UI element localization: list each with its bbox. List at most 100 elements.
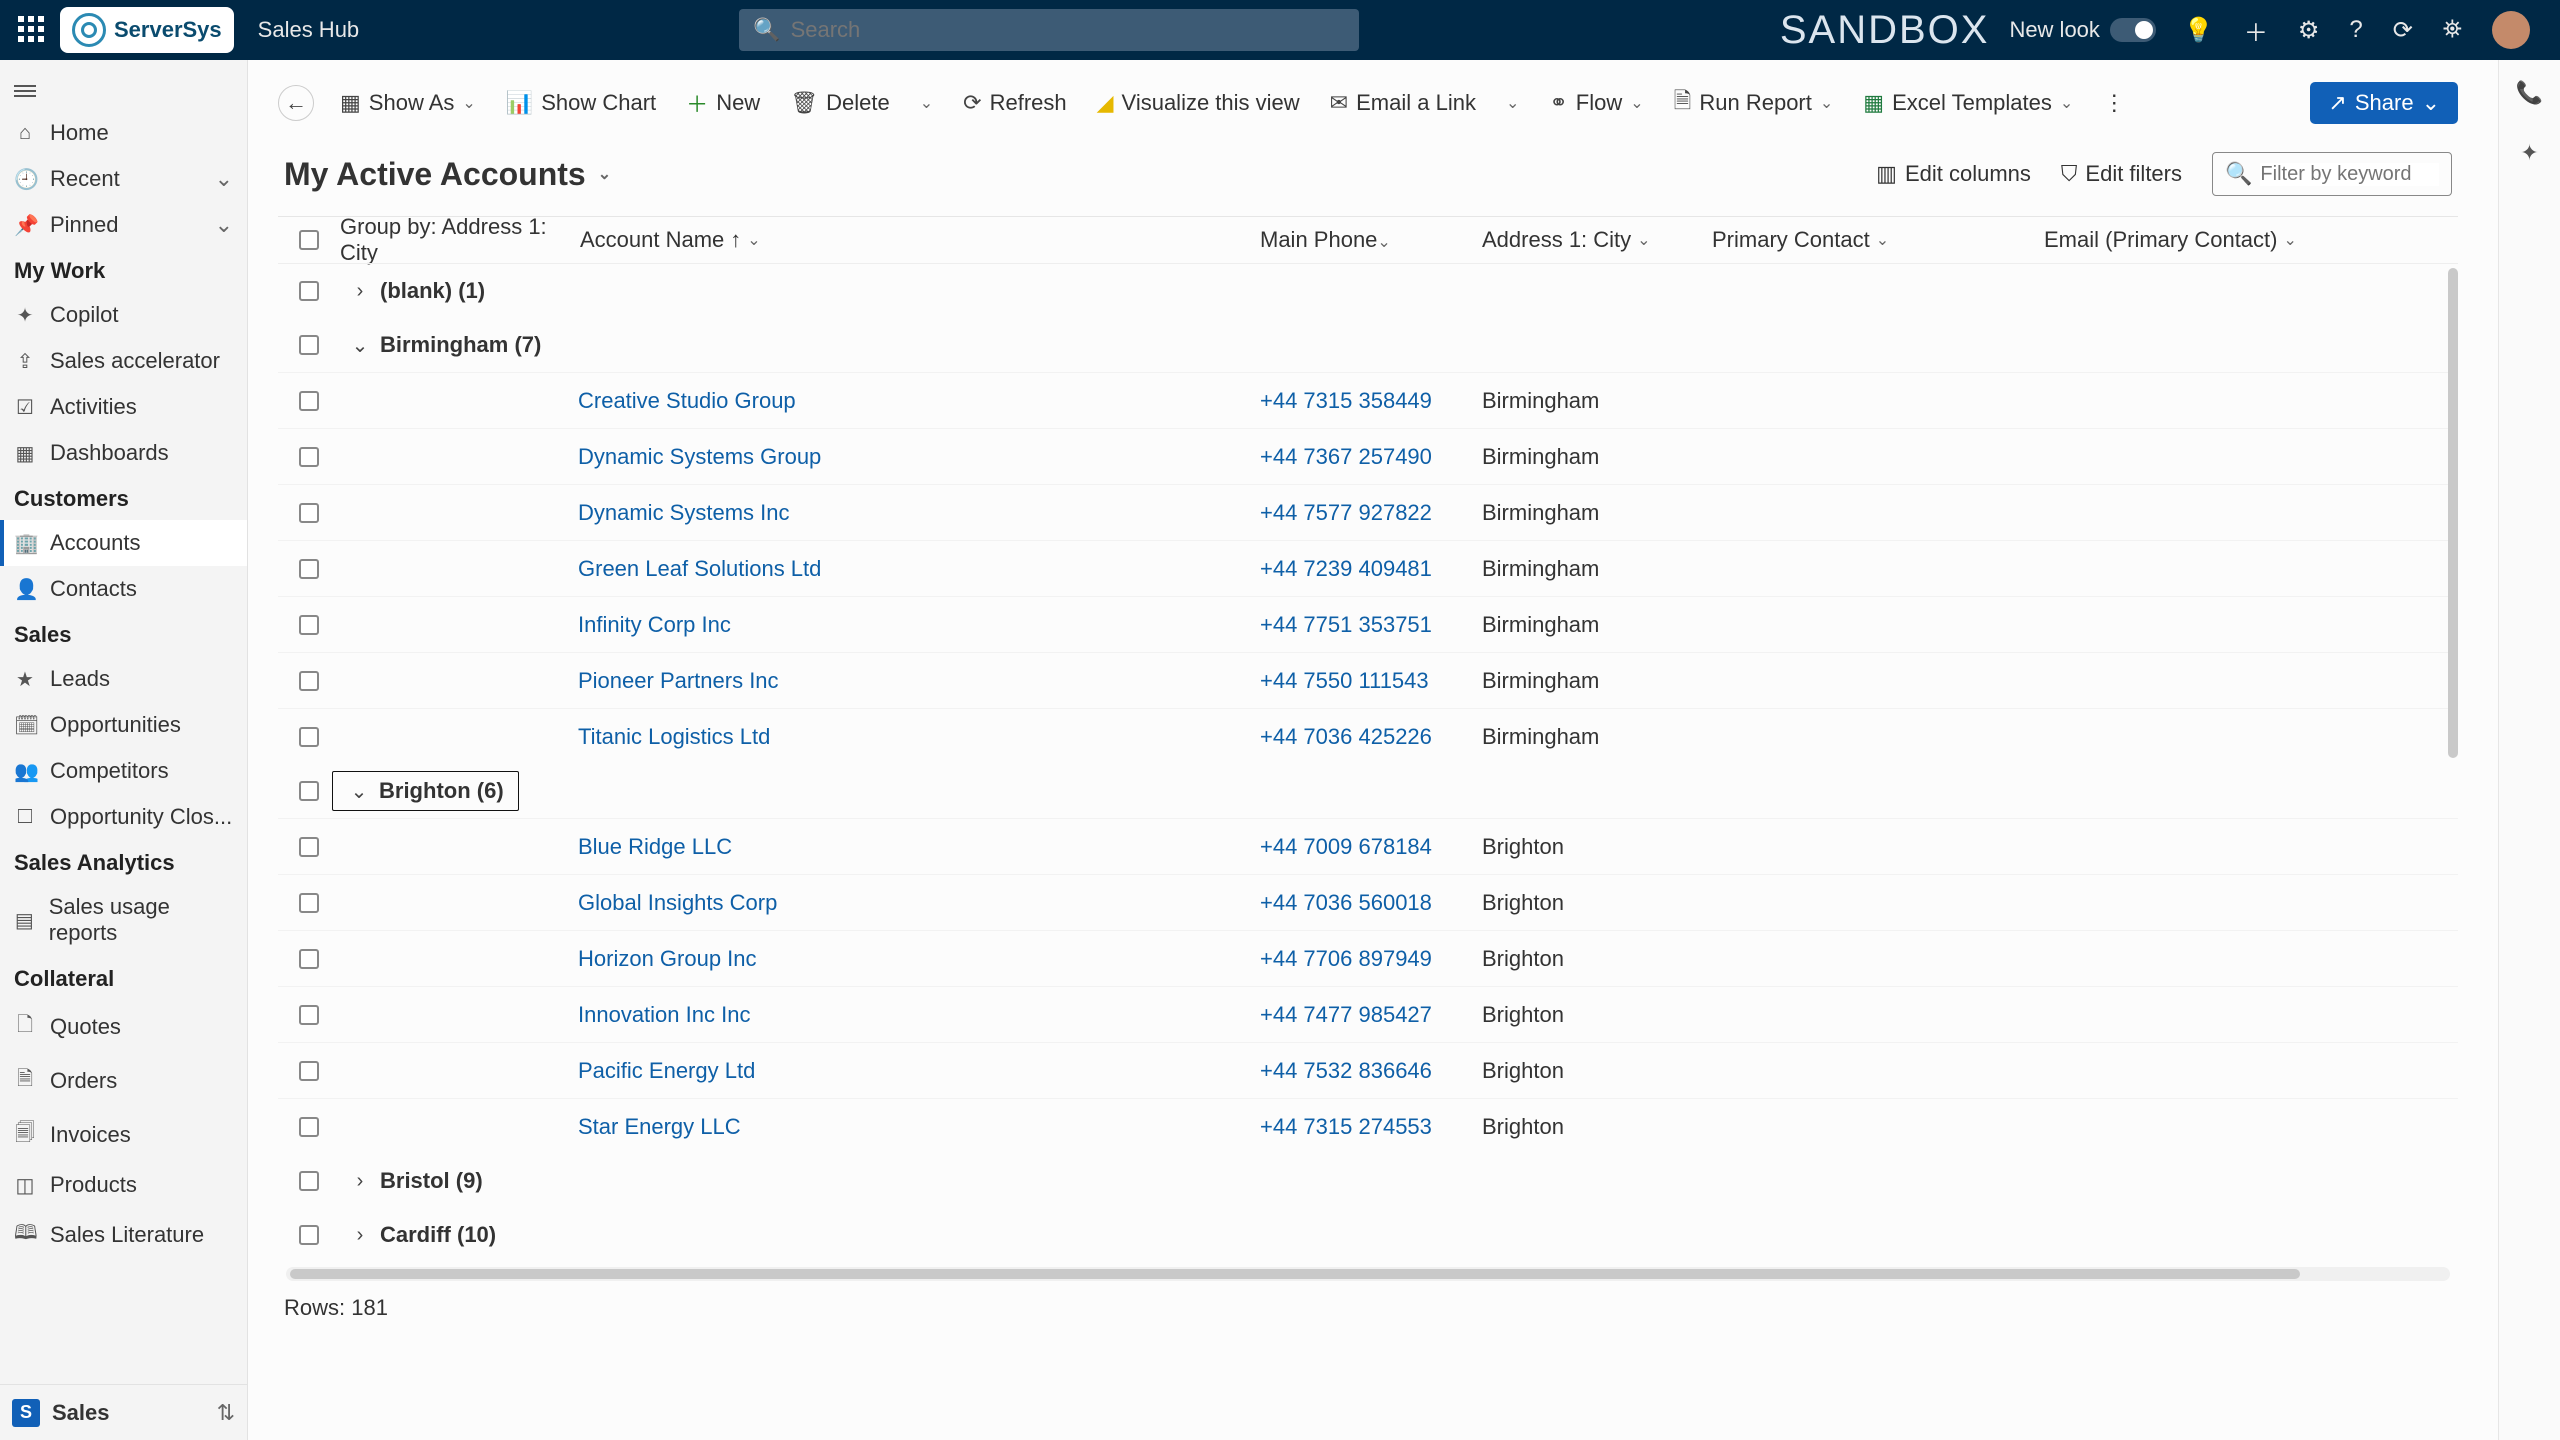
toggle-icon[interactable] (2110, 18, 2156, 42)
nav-recent[interactable]: 🕘Recent⌄ (0, 156, 247, 202)
back-button[interactable]: ← (278, 85, 314, 121)
user-filter-icon[interactable]: ⛯ (2443, 16, 2462, 44)
group-row[interactable]: ⌄Birmingham (7) (278, 318, 2458, 372)
row-checkbox[interactable] (299, 1117, 319, 1137)
cell-phone[interactable]: +44 7315 274553 (1260, 1114, 1482, 1140)
table-row[interactable]: Dynamic Systems Inc+44 7577 927822Birmin… (278, 484, 2458, 540)
global-search[interactable]: 🔍 (739, 9, 1359, 51)
flow-button[interactable]: ⚭Flow⌄ (1545, 84, 1647, 122)
cell-phone[interactable]: +44 7550 111543 (1260, 668, 1482, 694)
group-row[interactable]: ›(blank) (1) (278, 264, 2458, 318)
cell-account-name[interactable]: Pacific Energy Ltd (340, 1058, 1260, 1084)
show-as-button[interactable]: ▦Show As⌄ (336, 84, 480, 122)
row-checkbox[interactable] (299, 615, 319, 635)
col-city[interactable]: Address 1: City⌄ (1482, 227, 1712, 253)
row-checkbox[interactable] (299, 1005, 319, 1025)
nav-competitors[interactable]: 👥Competitors (0, 748, 247, 794)
nav-invoices[interactable]: 🗐Invoices (0, 1108, 247, 1162)
group-checkbox[interactable] (299, 335, 319, 355)
new-button[interactable]: ＋New (682, 81, 764, 125)
group-row[interactable]: ›Cardiff (10) (278, 1208, 2458, 1262)
table-row[interactable]: Titanic Logistics Ltd+44 7036 425226Birm… (278, 708, 2458, 764)
table-row[interactable]: Horizon Group Inc+44 7706 897949Brighton (278, 930, 2458, 986)
share-button[interactable]: ↗Share⌄ (2310, 82, 2458, 124)
nav-opportunity-clos-[interactable]: 🞎Opportunity Clos... (0, 794, 247, 840)
expand-icon[interactable]: ⌄ (340, 333, 380, 358)
table-row[interactable]: Star Energy LLC+44 7315 274553Brighton (278, 1098, 2458, 1154)
table-row[interactable]: Global Insights Corp+44 7036 560018Brigh… (278, 874, 2458, 930)
new-look-toggle[interactable]: New look (2009, 17, 2155, 43)
table-row[interactable]: Dynamic Systems Group+44 7367 257490Birm… (278, 428, 2458, 484)
nav-sales-usage-reports[interactable]: ▤Sales usage reports (0, 884, 247, 956)
cell-phone[interactable]: +44 7751 353751 (1260, 612, 1482, 638)
nav-sales-accelerator[interactable]: ⇪Sales accelerator (0, 338, 247, 384)
group-checkbox[interactable] (299, 781, 319, 801)
search-input[interactable] (791, 17, 1346, 43)
cell-account-name[interactable]: Star Energy LLC (340, 1114, 1260, 1140)
table-row[interactable]: Creative Studio Group+44 7315 358449Birm… (278, 372, 2458, 428)
cell-phone[interactable]: +44 7315 358449 (1260, 388, 1482, 414)
plus-icon[interactable]: ＋ (2244, 13, 2268, 48)
cell-phone[interactable]: +44 7577 927822 (1260, 500, 1482, 526)
row-checkbox[interactable] (299, 727, 319, 747)
cell-phone[interactable]: +44 7367 257490 (1260, 444, 1482, 470)
cell-account-name[interactable]: Dynamic Systems Inc (340, 500, 1260, 526)
delete-button[interactable]: 🗑Delete⌄ (786, 84, 937, 122)
row-checkbox[interactable] (299, 837, 319, 857)
cell-account-name[interactable]: Dynamic Systems Group (340, 444, 1260, 470)
expand-icon[interactable]: › (340, 280, 380, 303)
nav-quotes[interactable]: 🗋Quotes (0, 1000, 247, 1054)
chevron-down-icon[interactable]: ⌄ (1506, 93, 1519, 113)
nav-leads[interactable]: ★Leads (0, 656, 247, 702)
table-row[interactable]: Pioneer Partners Inc+44 7550 111543Birmi… (278, 652, 2458, 708)
filter-keyword[interactable]: 🔍 (2212, 152, 2452, 196)
cell-account-name[interactable]: Pioneer Partners Inc (340, 668, 1260, 694)
select-all-checkbox[interactable] (299, 230, 319, 250)
cell-phone[interactable]: +44 7706 897949 (1260, 946, 1482, 972)
table-row[interactable]: Blue Ridge LLC+44 7009 678184Brighton (278, 818, 2458, 874)
visualize-button[interactable]: ◢Visualize this view (1093, 84, 1304, 122)
nav-sales-literature[interactable]: 🕮Sales Literature (0, 1208, 247, 1262)
cell-phone[interactable]: +44 7036 425226 (1260, 724, 1482, 750)
table-row[interactable]: Pacific Energy Ltd+44 7532 836646Brighto… (278, 1042, 2458, 1098)
group-row[interactable]: ›Bristol (9) (278, 1154, 2458, 1208)
group-checkbox[interactable] (299, 281, 319, 301)
row-checkbox[interactable] (299, 503, 319, 523)
row-checkbox[interactable] (299, 671, 319, 691)
table-row[interactable]: Innovation Inc Inc+44 7477 985427Brighto… (278, 986, 2458, 1042)
overflow-button[interactable]: ⋮ (2099, 84, 2129, 122)
vertical-scrollbar[interactable] (2448, 268, 2458, 758)
expand-icon[interactable]: ⌄ (339, 779, 379, 804)
view-title[interactable]: My Active Accounts ⌄ (284, 156, 611, 193)
help-icon[interactable]: ? (2349, 16, 2362, 44)
group-checkbox[interactable] (299, 1225, 319, 1245)
cell-phone[interactable]: +44 7532 836646 (1260, 1058, 1482, 1084)
nav-hamburger[interactable] (0, 72, 247, 110)
group-row[interactable]: ⌄Brighton (6) (278, 764, 2458, 818)
phone-icon[interactable]: 📞 (2516, 80, 2543, 106)
col-primary-contact[interactable]: Primary Contact⌄ (1712, 227, 2044, 253)
nav-dashboards[interactable]: ▦Dashboards (0, 430, 247, 476)
horizontal-scrollbar[interactable] (286, 1267, 2450, 1281)
edit-columns-button[interactable]: ▥Edit columns (1876, 161, 2031, 187)
nav-pinned[interactable]: 📌Pinned⌄ (0, 202, 247, 248)
nav-accounts[interactable]: 🏢Accounts (0, 520, 247, 566)
copilot-icon[interactable]: ✦ (2520, 140, 2538, 166)
cell-account-name[interactable]: Titanic Logistics Ltd (340, 724, 1260, 750)
cell-account-name[interactable]: Global Insights Corp (340, 890, 1260, 916)
col-group[interactable]: Group by: Address 1: City (340, 214, 580, 266)
nav-activities[interactable]: ☑Activities (0, 384, 247, 430)
cell-account-name[interactable]: Innovation Inc Inc (340, 1002, 1260, 1028)
email-link-button[interactable]: ✉Email a Link⌄ (1326, 84, 1524, 122)
app-name[interactable]: Sales Hub (258, 17, 360, 43)
expand-icon[interactable]: › (340, 1170, 380, 1193)
nav-opportunities[interactable]: 🗓Opportunities (0, 702, 247, 748)
app-launcher-icon[interactable] (18, 16, 46, 44)
cell-account-name[interactable]: Horizon Group Inc (340, 946, 1260, 972)
cell-account-name[interactable]: Infinity Corp Inc (340, 612, 1260, 638)
cell-phone[interactable]: +44 7036 560018 (1260, 890, 1482, 916)
filter-input[interactable] (2260, 163, 2439, 186)
cell-account-name[interactable]: Green Leaf Solutions Ltd (340, 556, 1260, 582)
table-row[interactable]: Green Leaf Solutions Ltd+44 7239 409481B… (278, 540, 2458, 596)
nav-products[interactable]: ◫Products (0, 1162, 247, 1208)
